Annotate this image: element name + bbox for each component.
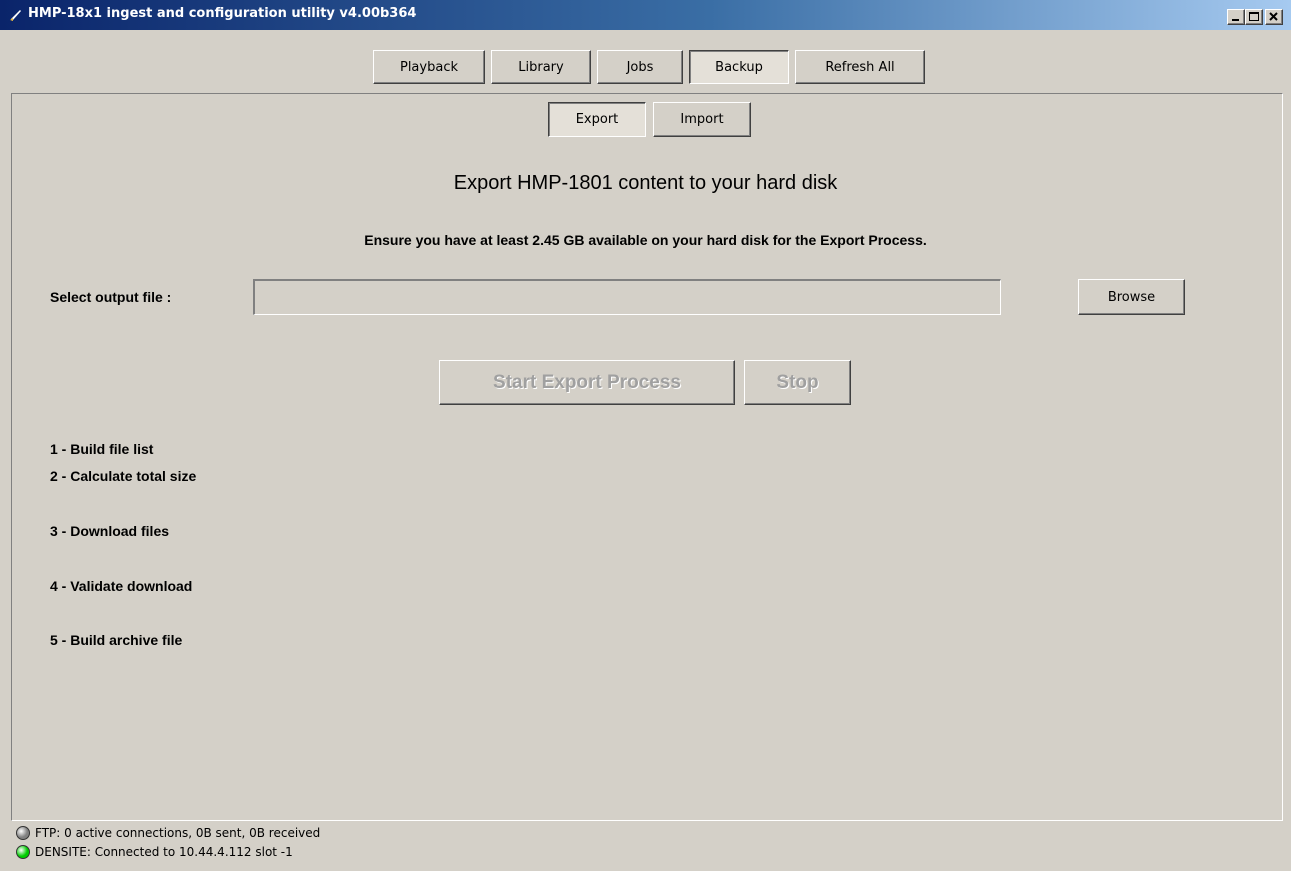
step-build-file-list: 1 - Build file list <box>50 441 154 457</box>
tab-library[interactable]: Library <box>491 50 591 84</box>
output-file-input[interactable] <box>253 279 1001 315</box>
close-button[interactable] <box>1265 9 1283 25</box>
app-icon <box>10 10 21 21</box>
step-build-archive-file: 5 - Build archive file <box>50 632 183 648</box>
close-icon <box>1269 12 1278 21</box>
step-validate-download: 4 - Validate download <box>50 578 193 594</box>
export-heading: Export HMP-1801 content to your hard dis… <box>453 172 838 194</box>
backup-panel <box>11 93 1283 821</box>
densite-status-led-icon <box>16 845 30 859</box>
minimize-button[interactable] <box>1227 9 1245 25</box>
tab-backup[interactable]: Backup <box>689 50 789 84</box>
maximize-icon <box>1249 12 1259 21</box>
ftp-status: FTP: 0 active connections, 0B sent, 0B r… <box>16 826 320 840</box>
title-bar: HMP-18x1 ingest and configuration utilit… <box>0 0 1291 30</box>
densite-status: DENSITE: Connected to 10.44.4.112 slot -… <box>16 845 293 859</box>
tab-playback[interactable]: Playback <box>373 50 485 84</box>
tab-jobs[interactable]: Jobs <box>597 50 683 84</box>
stop-button[interactable]: Stop <box>744 360 851 405</box>
window-title: HMP-18x1 ingest and configuration utilit… <box>28 6 417 21</box>
start-export-button[interactable]: Start Export Process <box>439 360 735 405</box>
tab-export[interactable]: Export <box>548 102 646 137</box>
output-file-label: Select output file : <box>50 289 172 305</box>
minimize-icon <box>1232 19 1239 21</box>
step-download-files: 3 - Download files <box>50 523 170 539</box>
densite-status-text: DENSITE: Connected to 10.44.4.112 slot -… <box>35 845 293 859</box>
refresh-all-button[interactable]: Refresh All <box>795 50 925 84</box>
tab-import[interactable]: Import <box>653 102 751 137</box>
browse-button[interactable]: Browse <box>1078 279 1185 315</box>
maximize-button[interactable] <box>1245 9 1263 25</box>
disk-space-notice: Ensure you have at least 2.45 GB availab… <box>364 232 927 248</box>
ftp-status-led-icon <box>16 826 30 840</box>
step-calculate-total-size: 2 - Calculate total size <box>50 468 197 484</box>
ftp-status-text: FTP: 0 active connections, 0B sent, 0B r… <box>35 826 321 840</box>
